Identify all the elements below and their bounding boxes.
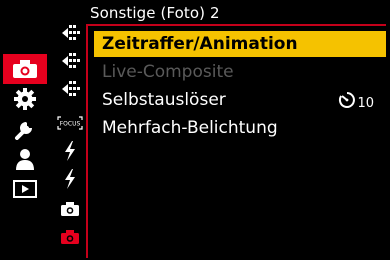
menu-item-live-composite[interactable]: Live-Composite: [94, 59, 386, 85]
arrows-icon: [62, 25, 80, 40]
menu-item-selbstausloeser[interactable]: Selbstauslöser 10: [94, 87, 386, 113]
focus-icon: FOCUS: [57, 116, 83, 130]
sub-menu-tab-3[interactable]: [54, 76, 86, 102]
flash-icon: [65, 141, 75, 161]
main-menu-custom[interactable]: [3, 84, 47, 114]
wrench-icon: [15, 122, 32, 140]
sub-menu-tab-focus[interactable]: FOCUS: [54, 110, 86, 136]
sub-menu-tab-photo-1[interactable]: [54, 196, 86, 222]
self-timer-icon: [339, 92, 356, 108]
camera-icon: [13, 60, 37, 78]
sub-menu-tab-flash-1[interactable]: [54, 138, 86, 164]
playback-icon: [13, 180, 37, 198]
flash-icon: [65, 169, 75, 189]
menu-item-label: Selbstauslöser: [102, 90, 226, 110]
self-timer-seconds: 10: [357, 95, 374, 111]
sub-menu-tab-2[interactable]: [54, 48, 86, 74]
menu-item-label: Zeitraffer/Animation: [102, 34, 298, 54]
gear-icon: [14, 88, 36, 110]
main-menu: [3, 46, 47, 206]
camera-menu-screen: Sonstige (Foto) 2 FOCUS Zeitraffer/Anima…: [0, 0, 390, 260]
person-icon: [16, 149, 34, 170]
focus-icon-label: FOCUS: [60, 121, 81, 128]
camera-small-active-icon: [61, 230, 79, 244]
self-timer-value: 10: [338, 88, 374, 112]
menu-item-zeitraffer[interactable]: Zeitraffer/Animation: [94, 31, 386, 57]
menu-item-label: Mehrfach-Belichtung: [102, 118, 278, 138]
menu-item-label: Live-Composite: [102, 62, 234, 82]
sub-menu-tab-photo-2[interactable]: [54, 224, 86, 250]
sub-menu-tab-1[interactable]: [54, 20, 86, 46]
main-menu-mymenu[interactable]: [3, 144, 47, 174]
arrows-icon: [62, 81, 80, 96]
main-menu-playback[interactable]: [3, 174, 47, 204]
arrows-icon: [62, 53, 80, 68]
camera-small-icon: [61, 202, 79, 216]
menu-divider-horizontal: [88, 24, 386, 26]
menu-item-mehrfach-belichtung[interactable]: Mehrfach-Belichtung: [94, 115, 386, 141]
main-menu-photo[interactable]: [3, 54, 47, 84]
page-title: Sonstige (Foto) 2: [90, 4, 220, 22]
sub-menu-tab-flash-2[interactable]: [54, 166, 86, 192]
sub-menu: FOCUS: [54, 16, 86, 256]
main-menu-setup[interactable]: [3, 114, 47, 144]
menu-divider-vertical: [86, 24, 88, 258]
